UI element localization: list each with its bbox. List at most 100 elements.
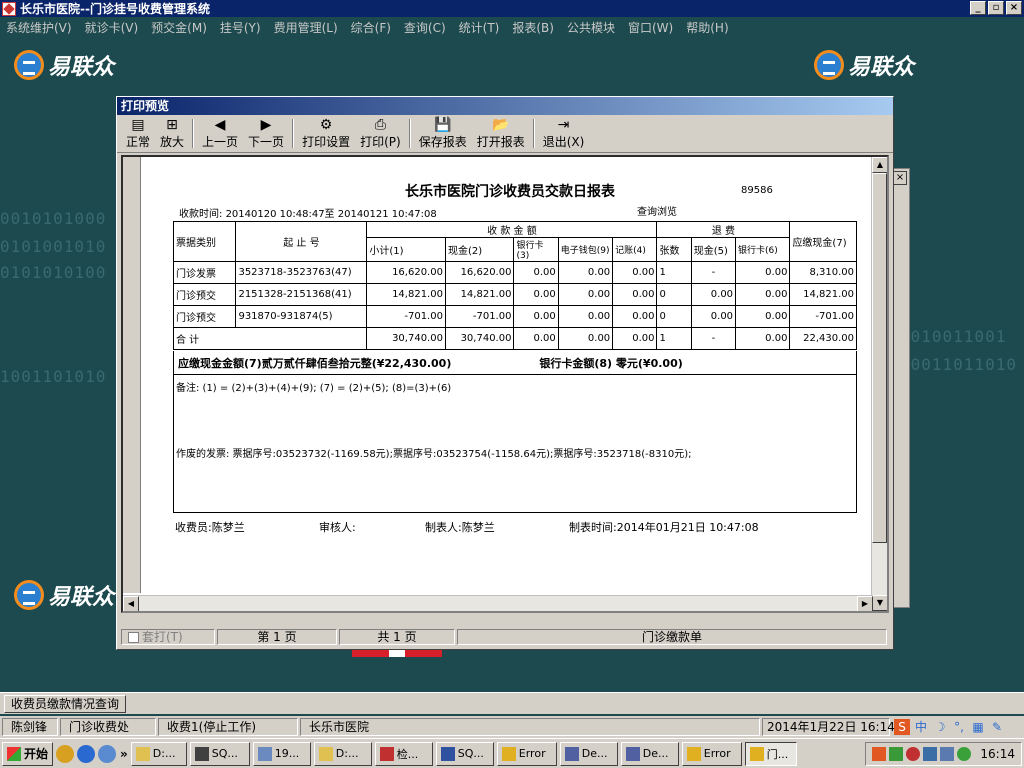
menu-stats[interactable]: 统计(T) — [459, 19, 500, 36]
scroll-down-icon[interactable]: ▼ — [872, 595, 887, 611]
horizontal-scrollbar[interactable]: ◀ ▶ — [123, 595, 873, 611]
stop-icon[interactable] — [906, 747, 921, 761]
col-header-type: 票据类别 — [172, 221, 237, 262]
folder-icon: 📂 — [491, 117, 510, 133]
status-user: 陈剑锋 — [2, 718, 58, 736]
status-datetime: 2014年1月22日 16:14: — [762, 718, 899, 736]
menu-reports[interactable]: 报表(B) — [512, 19, 554, 36]
page-icon: ▤ — [131, 117, 145, 133]
start-button[interactable]: 开始 — [2, 741, 54, 766]
settings-icon[interactable]: ✎ — [989, 719, 1005, 735]
menu-public[interactable]: 公共模块 — [567, 19, 615, 36]
col-header-cash: 现金(2) — [444, 237, 515, 262]
total-pages: 共 1 页 — [339, 629, 455, 645]
minimize-button[interactable]: _ — [970, 1, 986, 15]
menu-window[interactable]: 窗口(W) — [628, 19, 673, 36]
checkbox-icon[interactable] — [128, 632, 139, 643]
col-header-refund: 退 费 — [656, 221, 791, 238]
task-button[interactable]: Error — [681, 741, 742, 766]
tray-icon[interactable] — [889, 747, 904, 761]
exit-button[interactable]: ⇥ 退出(X) — [538, 117, 590, 150]
col-header-refund-cash: 现金(5) — [690, 237, 737, 262]
task-button[interactable]: Error — [496, 741, 557, 766]
binary-decoration: 1001101010 — [0, 367, 107, 386]
maker-label: 制表人:陈梦兰 — [425, 521, 495, 534]
windows-flag-icon — [7, 746, 21, 761]
printer-icon: ⎙ — [374, 117, 386, 133]
print-setup-button[interactable]: ⚙ 打印设置 — [297, 117, 355, 150]
moon-icon[interactable]: ☽ — [932, 719, 948, 735]
sogou-tray-icon[interactable] — [872, 747, 887, 761]
menu-help[interactable]: 帮助(H) — [686, 19, 728, 36]
reprint-checkbox[interactable]: 套打(T) — [121, 629, 215, 645]
tray-icon[interactable] — [940, 747, 955, 761]
menu-deposit[interactable]: 预交金(M) — [151, 19, 207, 36]
close-icon[interactable]: × — [893, 171, 907, 185]
zoom-icon: ⊞ — [166, 117, 178, 133]
app-titlebar: 长乐市医院--门诊挂号收费管理系统 _ ▫ × — [0, 0, 1024, 17]
status-dept: 门诊收费处 — [60, 718, 156, 736]
tab-cashier-query[interactable]: 收费员缴款情况查询 — [4, 695, 127, 713]
table-row: 门诊发票 3523718-3523763(47) 16,620.00 16,620.… — [172, 261, 857, 284]
task-button-active[interactable]: 门... — [744, 741, 797, 766]
menu-card[interactable]: 就诊卡(V) — [85, 19, 139, 36]
task-button[interactable]: 19... — [252, 741, 311, 766]
task-button[interactable]: 检... — [374, 741, 433, 766]
report-title: 长乐市医院门诊收费员交款日报表 — [405, 184, 615, 200]
restore-button[interactable]: ▫ — [988, 1, 1004, 15]
scroll-up-icon[interactable]: ▲ — [872, 157, 887, 173]
next-page-button[interactable]: ▶ 下一页 — [243, 117, 289, 150]
task-button[interactable]: De... — [559, 741, 618, 766]
menu-general[interactable]: 综合(F) — [351, 19, 391, 36]
scroll-left-icon[interactable]: ◀ — [123, 596, 139, 611]
report-page-area: 长乐市医院门诊收费员交款日报表 89586 收款时间: 20140120 10:… — [121, 155, 889, 613]
ime-mode-icon[interactable]: 中 — [913, 719, 929, 735]
quicklaunch-icon[interactable] — [56, 744, 75, 763]
arrow-left-icon: ◀ — [214, 117, 226, 133]
explorer-icon[interactable] — [98, 744, 117, 763]
clock: 16:14 — [980, 747, 1015, 761]
menu-system[interactable]: 系统维护(V) — [6, 19, 72, 36]
sogou-icon[interactable]: S — [894, 719, 910, 735]
scroll-right-icon[interactable]: ▶ — [857, 596, 873, 611]
task-button[interactable]: D:... — [313, 741, 372, 766]
more-chevron-icon[interactable]: » — [120, 747, 128, 761]
col-header-range: 起 止 号 — [235, 221, 368, 262]
preview-statusbar: 套打(T) 第 1 页 共 1 页 门诊缴款单 — [121, 629, 891, 647]
made-time-label: 制表时间:2014年01月21日 10:47:08 — [569, 521, 759, 534]
note-voided: 作废的发票: 票据序号:03523732(-1169.58元);票据序号:035… — [176, 449, 692, 460]
tray-icon[interactable] — [957, 747, 972, 761]
col-header-receipt: 收 款 金 额 — [366, 221, 658, 238]
ie-icon[interactable] — [77, 744, 96, 763]
app-icon — [2, 1, 16, 16]
window-tabs-row: 收费员缴款情况查询 — [0, 692, 1024, 714]
task-button[interactable]: D:... — [130, 741, 187, 766]
punct-icon[interactable]: °, — [951, 719, 967, 735]
prev-page-button[interactable]: ◀ 上一页 — [197, 117, 243, 150]
ime-toolbar[interactable]: S 中 ☽ °, ▦ ✎ — [894, 719, 1005, 735]
system-tray: 16:14 — [865, 742, 1022, 766]
scroll-thumb[interactable] — [872, 173, 887, 543]
network-icon[interactable] — [923, 747, 938, 761]
col-header-ewallet: 电子钱包(9) — [557, 237, 614, 262]
exit-icon: ⇥ — [557, 117, 570, 133]
col-header-count: 张数 — [656, 237, 692, 262]
close-button[interactable]: × — [1006, 1, 1022, 15]
save-report-button[interactable]: 💾 保存报表 — [414, 117, 472, 150]
save-icon: 💾 — [433, 117, 452, 133]
task-button[interactable]: De... — [620, 741, 679, 766]
binary-decoration: 1010011001 — [900, 327, 1007, 346]
menu-query[interactable]: 查询(C) — [404, 19, 446, 36]
open-report-button[interactable]: 📂 打开报表 — [472, 117, 530, 150]
keyboard-icon[interactable]: ▦ — [970, 719, 986, 735]
task-button[interactable]: SQ... — [435, 741, 494, 766]
task-button[interactable]: SQ... — [189, 741, 250, 766]
vertical-scrollbar[interactable]: ▲ ▼ — [871, 157, 887, 611]
menu-fees[interactable]: 费用管理(L) — [274, 19, 338, 36]
brand-logo: 易联众 — [814, 49, 914, 81]
menu-register[interactable]: 挂号(Y) — [220, 19, 261, 36]
zoom-button[interactable]: ⊞ 放大 — [155, 117, 189, 150]
normal-button[interactable]: ▤ 正常 — [121, 117, 155, 150]
left-ruler — [123, 157, 141, 593]
print-button[interactable]: ⎙ 打印(P) — [355, 117, 406, 150]
